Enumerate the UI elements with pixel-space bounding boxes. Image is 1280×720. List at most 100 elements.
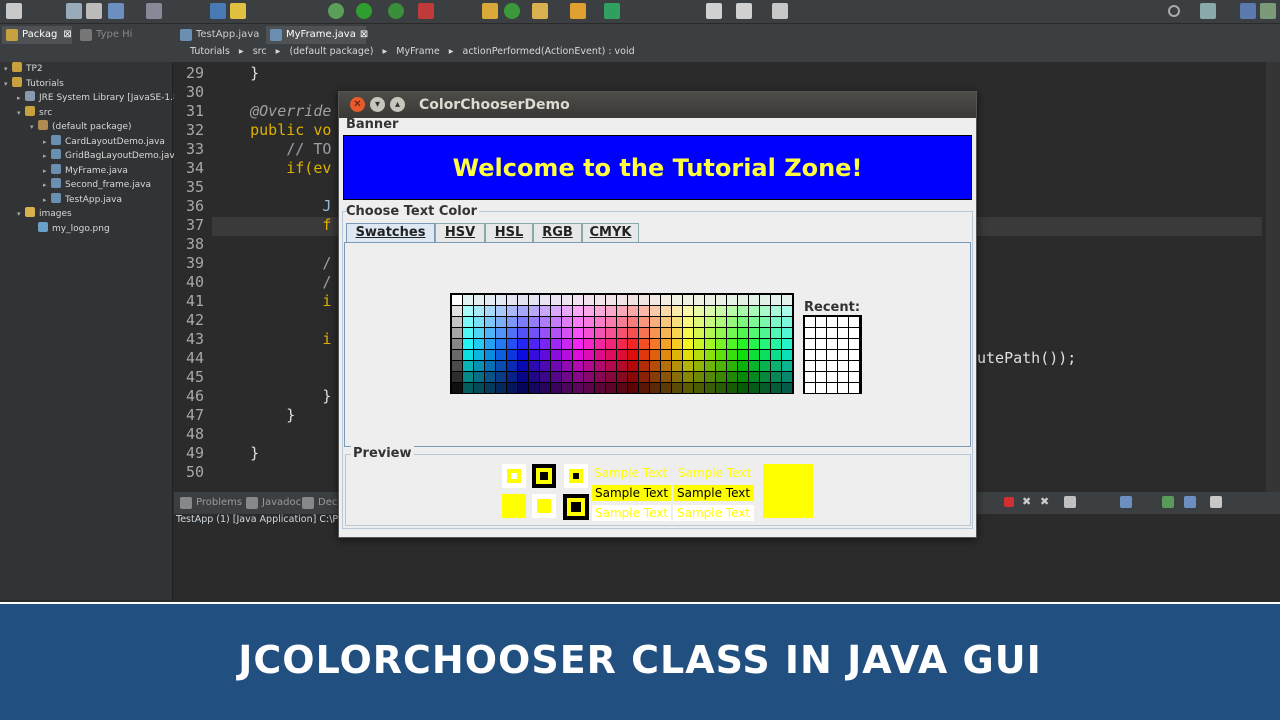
color-swatch[interactable] — [650, 306, 660, 316]
color-swatch[interactable] — [562, 372, 572, 382]
color-swatch[interactable] — [617, 295, 627, 305]
tab-hsv[interactable]: HSV — [435, 223, 485, 242]
color-swatch[interactable] — [771, 317, 781, 327]
color-swatch[interactable] — [562, 350, 572, 360]
color-swatch[interactable] — [705, 339, 715, 349]
color-swatch[interactable] — [639, 361, 649, 371]
recent-swatch[interactable] — [849, 339, 859, 349]
recent-swatch[interactable] — [838, 328, 848, 338]
color-swatch[interactable] — [705, 350, 715, 360]
color-swatch[interactable] — [760, 339, 770, 349]
color-swatch[interactable] — [672, 339, 682, 349]
color-swatch[interactable] — [485, 372, 495, 382]
tab-testapp-java[interactable]: TestApp.java — [176, 26, 262, 44]
color-swatch[interactable] — [518, 350, 528, 360]
color-swatch[interactable] — [518, 339, 528, 349]
color-swatch[interactable] — [584, 361, 594, 371]
color-swatch[interactable] — [628, 306, 638, 316]
color-swatch[interactable] — [771, 295, 781, 305]
color-swatch[interactable] — [485, 339, 495, 349]
color-swatch[interactable] — [485, 306, 495, 316]
recent-swatch[interactable] — [827, 328, 837, 338]
color-swatch[interactable] — [584, 372, 594, 382]
color-swatch[interactable] — [672, 383, 682, 393]
color-swatch[interactable] — [518, 328, 528, 338]
color-swatch[interactable] — [551, 339, 561, 349]
color-swatch[interactable] — [694, 361, 704, 371]
tree-item[interactable]: ▸ Second_frame.java — [43, 178, 151, 192]
color-swatch[interactable] — [694, 295, 704, 305]
color-swatch[interactable] — [705, 317, 715, 327]
color-swatch[interactable] — [540, 295, 550, 305]
color-swatch[interactable] — [463, 383, 473, 393]
color-swatch[interactable] — [452, 350, 462, 360]
recent-swatch[interactable] — [805, 339, 815, 349]
close-icon[interactable]: ⊠ — [360, 29, 368, 40]
recent-swatch[interactable] — [849, 372, 859, 382]
color-swatch[interactable] — [540, 328, 550, 338]
color-swatch[interactable] — [749, 372, 759, 382]
color-swatch[interactable] — [661, 383, 671, 393]
color-swatch[interactable] — [606, 350, 616, 360]
color-swatch[interactable] — [452, 361, 462, 371]
color-swatch[interactable] — [738, 295, 748, 305]
color-swatch[interactable] — [529, 383, 539, 393]
tree-item[interactable]: ▸ MyFrame.java — [43, 163, 128, 178]
recent-swatch[interactable] — [816, 317, 826, 327]
color-swatch[interactable] — [463, 295, 473, 305]
color-swatch[interactable] — [650, 361, 660, 371]
breadcrumb-item[interactable]: (default package) — [289, 46, 373, 57]
close-icon[interactable]: ✕ — [350, 97, 365, 112]
color-swatch[interactable] — [694, 306, 704, 316]
color-swatch[interactable] — [749, 361, 759, 371]
color-swatch[interactable] — [716, 295, 726, 305]
color-swatch[interactable] — [683, 328, 693, 338]
color-swatch[interactable] — [716, 328, 726, 338]
color-swatch[interactable] — [738, 383, 748, 393]
color-swatch[interactable] — [606, 306, 616, 316]
color-swatch[interactable] — [628, 372, 638, 382]
color-swatch[interactable] — [661, 295, 671, 305]
color-swatch[interactable] — [584, 339, 594, 349]
color-swatch[interactable] — [749, 317, 759, 327]
color-swatch[interactable] — [639, 295, 649, 305]
color-swatch[interactable] — [738, 350, 748, 360]
color-swatch[interactable] — [650, 295, 660, 305]
color-swatch[interactable] — [540, 383, 550, 393]
color-swatch[interactable] — [694, 328, 704, 338]
tab-cmyk[interactable]: CMYK — [582, 223, 639, 242]
color-swatch[interactable] — [771, 383, 781, 393]
color-swatch[interactable] — [617, 372, 627, 382]
color-swatch[interactable] — [452, 317, 462, 327]
color-swatch[interactable] — [617, 383, 627, 393]
color-swatch[interactable] — [562, 328, 572, 338]
color-swatch[interactable] — [782, 306, 792, 316]
color-swatch[interactable] — [518, 317, 528, 327]
recent-swatch[interactable] — [816, 372, 826, 382]
save-icon[interactable] — [66, 3, 82, 19]
color-swatch[interactable] — [595, 350, 605, 360]
tree-item[interactable]: ▸ JRE System Library [JavaSE-1.8 — [17, 91, 179, 105]
nav-back-icon[interactable] — [706, 3, 722, 19]
new-icon[interactable] — [6, 3, 22, 19]
dialog-titlebar[interactable]: ✕ ▾ ▴ ColorChooserDemo — [339, 92, 976, 118]
color-swatch[interactable] — [518, 383, 528, 393]
tree-item[interactable]: my_logo.png — [30, 221, 110, 236]
debug-icon[interactable] — [328, 3, 344, 19]
color-swatch[interactable] — [716, 383, 726, 393]
color-swatch[interactable] — [760, 306, 770, 316]
highlight-icon[interactable] — [230, 3, 246, 19]
color-swatch[interactable] — [507, 306, 517, 316]
color-swatch[interactable] — [727, 372, 737, 382]
color-swatch[interactable] — [782, 361, 792, 371]
external-tools-icon[interactable] — [418, 3, 434, 19]
tab-declaration[interactable]: Decla — [298, 494, 346, 512]
color-swatch[interactable] — [474, 317, 484, 327]
color-swatch[interactable] — [540, 361, 550, 371]
nav-forward-icon[interactable] — [736, 3, 752, 19]
color-swatch[interactable] — [463, 317, 473, 327]
color-swatch[interactable] — [738, 306, 748, 316]
color-swatch[interactable] — [584, 383, 594, 393]
recent-swatch[interactable] — [838, 317, 848, 327]
color-swatch[interactable] — [452, 339, 462, 349]
